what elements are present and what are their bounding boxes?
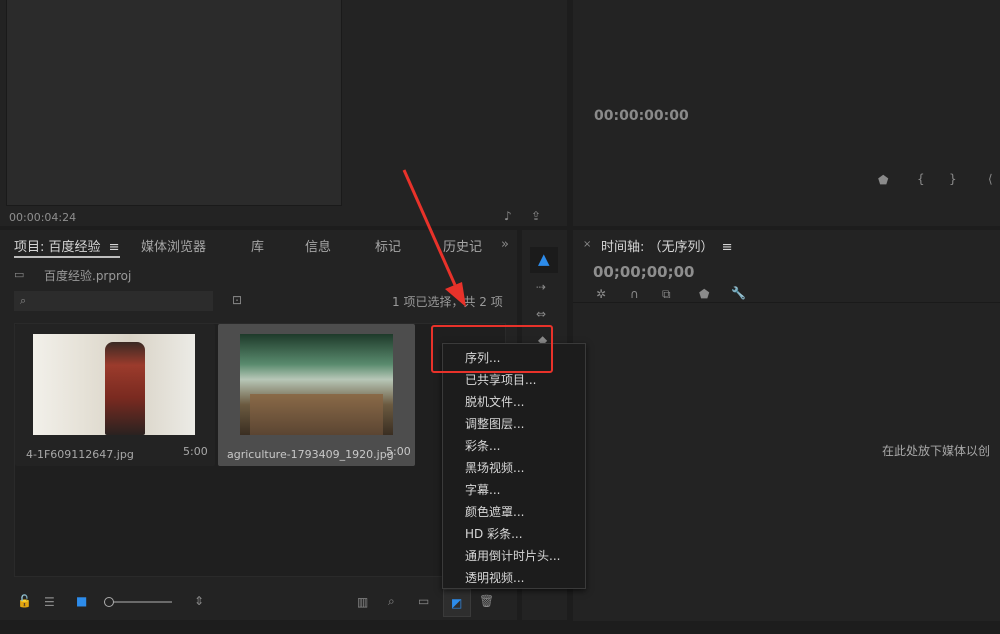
annotation-arrow: [402, 169, 466, 307]
annotation-arrow-shaft: [402, 169, 457, 286]
annotation-arrow-head: [445, 282, 466, 307]
